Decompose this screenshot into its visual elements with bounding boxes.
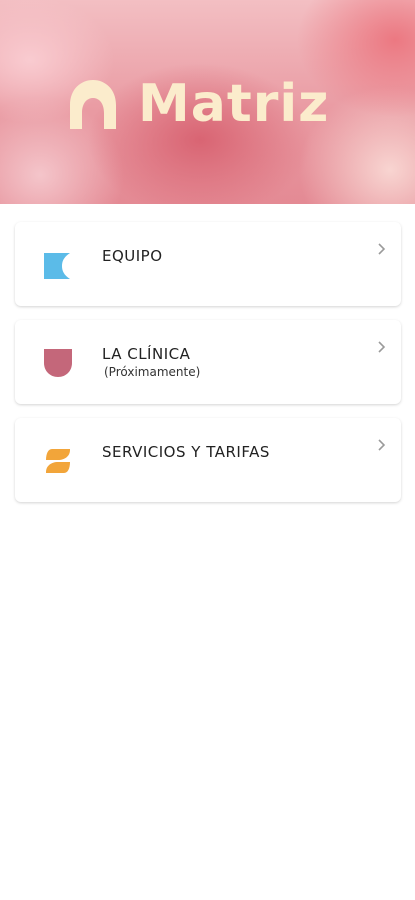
- clinica-icon: [44, 349, 72, 377]
- menu-item-label: EQUIPO: [102, 247, 163, 265]
- main-menu: EQUIPO LA CLÍNICA (Próximamente) SERVICI…: [15, 222, 401, 516]
- header-banner: Matriz: [0, 0, 415, 204]
- brand-logo: Matriz: [68, 76, 329, 132]
- menu-item-label: LA CLÍNICA: [102, 345, 191, 363]
- chevron-right-icon: [378, 341, 386, 353]
- brand-name: Matriz: [138, 74, 330, 134]
- menu-item-label: SERVICIOS Y TARIFAS: [102, 443, 270, 461]
- chevron-right-icon: [378, 243, 386, 255]
- menu-item-servicios-y-tarifas[interactable]: SERVICIOS Y TARIFAS: [15, 418, 401, 502]
- equipo-icon: [44, 253, 70, 279]
- matriz-logo-icon: [70, 80, 116, 129]
- menu-item-sublabel: (Próximamente): [104, 365, 201, 379]
- menu-item-equipo[interactable]: EQUIPO: [15, 222, 401, 306]
- servicios-icon: [46, 449, 70, 473]
- chevron-right-icon: [378, 439, 386, 451]
- menu-item-la-clinica[interactable]: LA CLÍNICA (Próximamente): [15, 320, 401, 404]
